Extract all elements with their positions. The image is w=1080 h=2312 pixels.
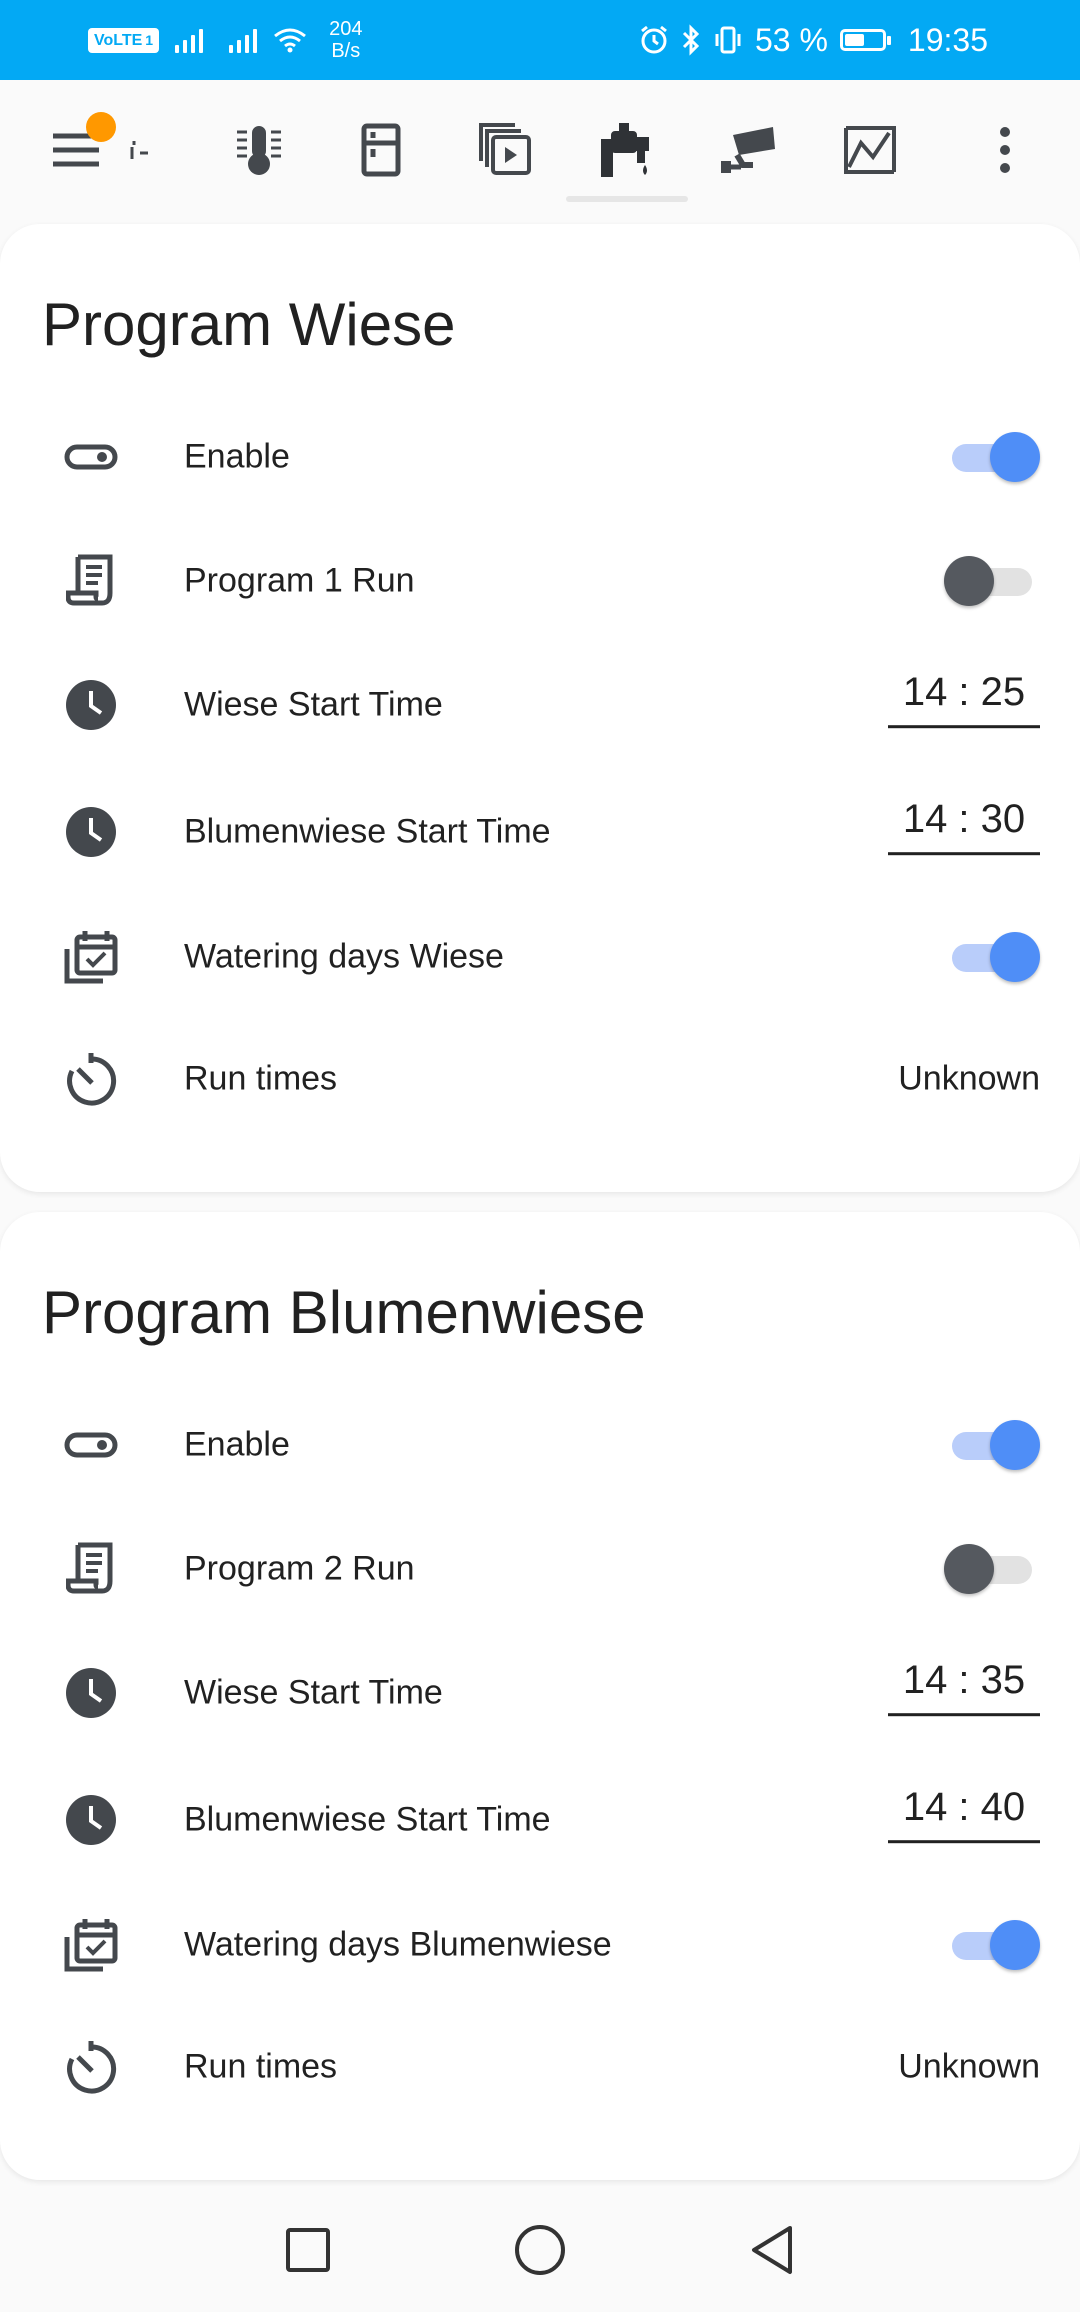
- enable-toggle[interactable]: [944, 430, 1040, 484]
- script-text-icon: [56, 1534, 126, 1604]
- back-triangle-icon: [752, 2226, 792, 2274]
- row-label: Blumenwiese Start Time: [184, 812, 551, 851]
- wifi-icon: [274, 28, 307, 53]
- overflow-menu-button[interactable]: [955, 80, 1055, 220]
- tab-media[interactable]: [455, 80, 555, 220]
- watering-days-toggle[interactable]: [944, 930, 1040, 984]
- watering-days-toggle[interactable]: [944, 1918, 1040, 1972]
- tab-scroll-indicator[interactable]: [110, 80, 170, 220]
- chart-icon: [844, 126, 896, 174]
- notification-badge: [86, 112, 116, 142]
- row-label: Enable: [184, 437, 290, 476]
- enable-toggle[interactable]: [944, 1418, 1040, 1472]
- battery-percent: 53 %: [754, 21, 828, 58]
- timer-icon: [56, 2032, 126, 2102]
- scroll-left-indicator-icon: [130, 141, 148, 159]
- row-label: Blumenwiese Start Time: [184, 1800, 551, 1839]
- script-text-icon: [56, 546, 126, 616]
- row-program-run: Program 2 Run: [0, 1514, 1080, 1624]
- speed-unit: B/s: [331, 40, 361, 62]
- row-blumenwiese-start-time: Blumenwiese Start Time 14 : 40: [0, 1765, 1080, 1875]
- home-circle-icon: [515, 2225, 565, 2275]
- top-toolbar: [0, 80, 1080, 220]
- signal-icon: [175, 27, 204, 53]
- vibrate-icon: [715, 26, 741, 54]
- clock-icon: [56, 670, 126, 740]
- more-vert-icon: [1000, 127, 1010, 173]
- bluetooth-icon: [682, 24, 700, 56]
- volte-badge: VoLTE 1: [88, 27, 160, 53]
- time-input[interactable]: 14 : 25: [888, 670, 1040, 729]
- tab-climate[interactable]: [210, 80, 310, 220]
- row-watering-days: Watering days Wiese: [0, 902, 1080, 1012]
- program-run-toggle[interactable]: [944, 1542, 1040, 1596]
- active-tab-indicator: [566, 196, 688, 202]
- tab-history[interactable]: [820, 80, 920, 220]
- toggle-switch-icon: [56, 1410, 126, 1480]
- tab-fridge[interactable]: [331, 80, 431, 220]
- back-button[interactable]: [742, 2220, 802, 2280]
- clock-icon: [56, 1658, 126, 1728]
- alarm-icon: [641, 25, 667, 54]
- row-run-times: Run times Unknown: [0, 1024, 1080, 1134]
- cctv-camera-icon: [721, 127, 775, 173]
- card-program-blumenwiese: Program Blumenwiese Enable Program 2 Run…: [0, 1212, 1080, 2180]
- thermometer-icon: [237, 126, 281, 175]
- speed-value: 204: [329, 18, 363, 40]
- status-bar: VoLTE 1 204 B/s 53 % 19:35: [0, 0, 1080, 80]
- fridge-icon: [361, 123, 401, 177]
- signal-icon: [229, 27, 258, 53]
- toggle-switch-icon: [56, 422, 126, 492]
- row-program-run: Program 1 Run: [0, 526, 1080, 636]
- row-label: Program 1 Run: [184, 561, 415, 600]
- row-watering-days: Watering days Blumenwiese: [0, 1890, 1080, 2000]
- recents-square-icon: [286, 2228, 330, 2272]
- clock-icon: [56, 797, 126, 867]
- row-label: Wiese Start Time: [184, 1673, 443, 1712]
- row-label: Program 2 Run: [184, 1549, 415, 1588]
- run-times-value: Unknown: [898, 2047, 1040, 2086]
- card-program-wiese: Program Wiese Enable Program 1 Run Wiese…: [0, 224, 1080, 1192]
- run-times-value: Unknown: [898, 1059, 1040, 1098]
- row-label: Watering days Blumenwiese: [184, 1925, 612, 1964]
- home-button[interactable]: [510, 2220, 570, 2280]
- clock-time: 19:35: [907, 21, 988, 58]
- calendar-check-icon: [56, 1910, 126, 1980]
- row-wiese-start-time: Wiese Start Time 14 : 25: [0, 650, 1080, 760]
- tab-cameras[interactable]: [698, 80, 798, 220]
- row-enable: Enable: [0, 402, 1080, 512]
- water-tap-icon: [601, 123, 649, 177]
- system-nav-bar: [0, 2190, 1080, 2312]
- sim-slot-label: 1: [145, 31, 154, 48]
- row-wiese-start-time: Wiese Start Time 14 : 35: [0, 1638, 1080, 1748]
- time-input[interactable]: 14 : 30: [888, 797, 1040, 856]
- row-run-times: Run times Unknown: [0, 2012, 1080, 2122]
- row-label: Enable: [184, 1425, 290, 1464]
- clock-icon: [56, 1785, 126, 1855]
- row-label: Run times: [184, 1059, 338, 1098]
- battery-icon: [839, 29, 891, 51]
- recents-button[interactable]: [278, 2220, 338, 2280]
- row-label: Watering days Wiese: [184, 937, 504, 976]
- time-input[interactable]: 14 : 35: [888, 1658, 1040, 1717]
- network-speed: 204 B/s: [329, 18, 362, 62]
- calendar-check-icon: [56, 922, 126, 992]
- time-input[interactable]: 14 : 40: [888, 1785, 1040, 1844]
- timer-icon: [56, 1044, 126, 1114]
- volte-label: VoLTE: [94, 31, 143, 49]
- row-enable: Enable: [0, 1390, 1080, 1500]
- program-run-toggle[interactable]: [944, 554, 1040, 608]
- row-label: Wiese Start Time: [184, 685, 443, 724]
- row-blumenwiese-start-time: Blumenwiese Start Time 14 : 30: [0, 777, 1080, 887]
- media-library-icon: [479, 123, 531, 175]
- card-title: Program Blumenwiese: [42, 1279, 646, 1346]
- card-title: Program Wiese: [42, 291, 456, 358]
- row-label: Run times: [184, 2047, 338, 2086]
